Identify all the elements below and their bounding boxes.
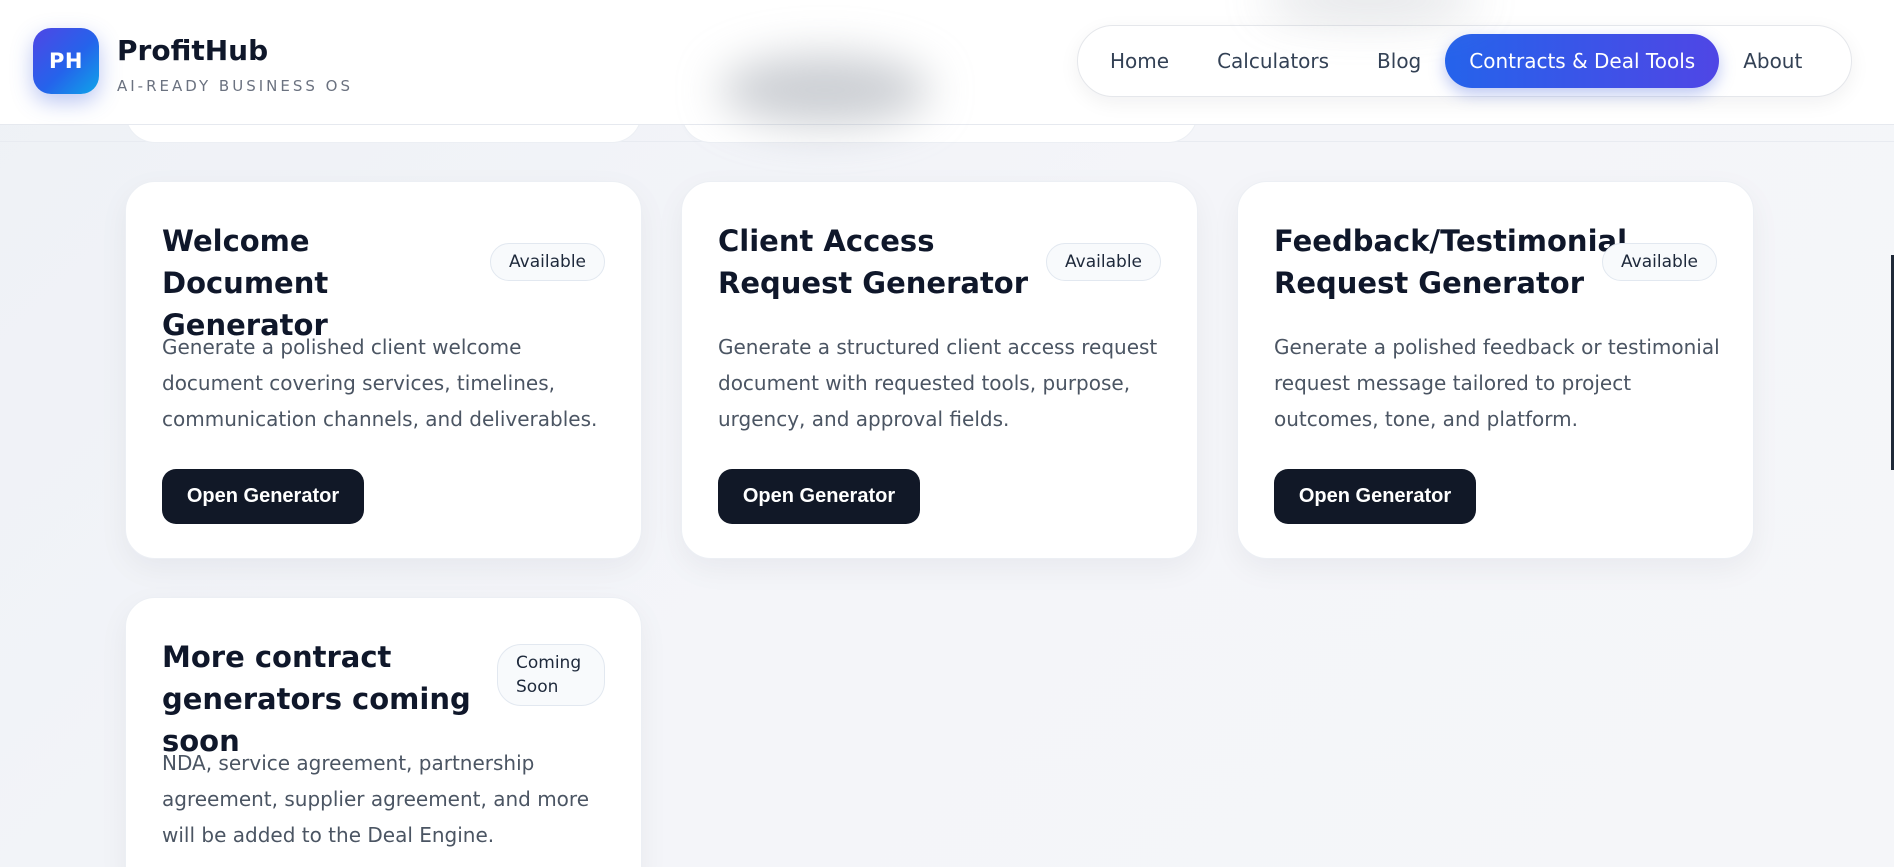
main-nav: Home Calculators Blog Contracts & Deal T… [1077, 25, 1852, 97]
card-description: Generate a polished feedback or testimon… [1274, 335, 1720, 431]
card-description: Generate a structured client access requ… [718, 335, 1158, 431]
card-welcome-document: Welcome Document Generator Available Gen… [125, 181, 642, 559]
card-title: Feedback/Testimonial Request Generator [1274, 224, 1628, 300]
open-generator-button[interactable]: Open Generator [162, 469, 364, 524]
nav-calculators[interactable]: Calculators [1193, 34, 1353, 88]
card-title: More contract generators coming soon [162, 640, 471, 758]
open-generator-button[interactable]: Open Generator [718, 469, 920, 524]
status-badge: Coming Soon [497, 644, 605, 706]
logo-badge[interactable]: PH [33, 28, 99, 94]
blur-artifact [720, 55, 930, 125]
card-coming-soon: More contract generators coming soon Com… [125, 597, 642, 867]
nav-about[interactable]: About [1719, 34, 1826, 88]
status-badge: Available [1046, 243, 1161, 281]
logo-text: PH [49, 49, 83, 73]
status-badge: Available [490, 243, 605, 281]
nav-home[interactable]: Home [1086, 34, 1193, 88]
brand-name[interactable]: ProfitHub [117, 34, 268, 67]
brand-tagline: AI-READY BUSINESS OS [117, 77, 353, 95]
status-badge: Available [1602, 243, 1717, 281]
nav-contracts-deal-tools[interactable]: Contracts & Deal Tools [1445, 34, 1720, 88]
card-title: Welcome Document Generator [162, 224, 329, 342]
site-header: PH ProfitHub AI-READY BUSINESS OS Home C… [0, 0, 1894, 125]
card-description: NDA, service agreement, partnership agre… [162, 751, 590, 847]
card-feedback-testimonial-request: Feedback/Testimonial Request Generator A… [1237, 181, 1754, 559]
nav-blog[interactable]: Blog [1353, 34, 1445, 88]
card-description: Generate a polished client welcome docum… [162, 335, 598, 431]
card-title: Client Access Request Generator [718, 224, 1029, 300]
card-client-access-request: Client Access Request Generator Availabl… [681, 181, 1198, 559]
open-generator-button[interactable]: Open Generator [1274, 469, 1476, 524]
